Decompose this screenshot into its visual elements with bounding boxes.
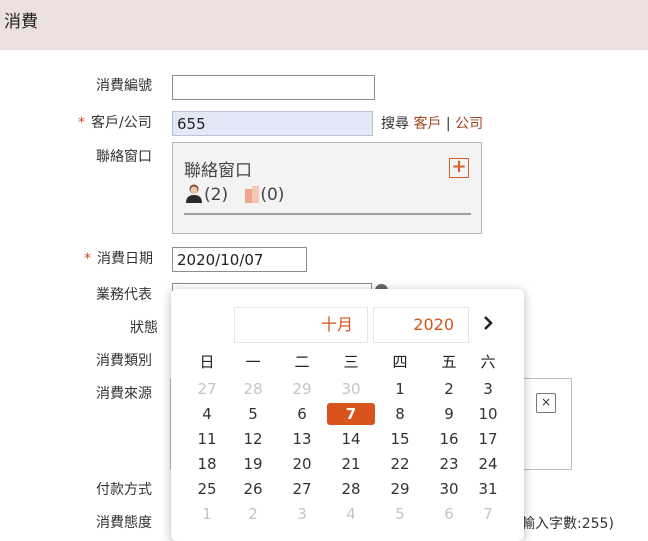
weekday-header: 四 [392, 353, 408, 371]
calendar-day[interactable]: 18 [192, 453, 222, 475]
year-select[interactable]: 2020 [373, 307, 469, 343]
add-contact-button[interactable]: + [449, 158, 469, 178]
char-limit-note: 輸入字數:255) [521, 516, 614, 532]
calendar-day[interactable]: 4 [336, 503, 366, 525]
calendar-day[interactable]: 23 [434, 453, 464, 475]
calendar-day[interactable]: 7 [473, 503, 503, 525]
weekday-header: 日 [199, 353, 215, 371]
search-label: 搜尋 [381, 116, 409, 132]
calendar-day[interactable]: 8 [385, 403, 415, 425]
payment-label: 付款方式 [96, 482, 152, 498]
customer-label: * 客戶/公司 [78, 112, 152, 132]
date-picker-popup: 十月 2020 日一二三四五六 27 28 29 30 1 2 3 4 5 6 7 8 9 10 11 12 13… [171, 289, 524, 541]
status-label: 狀態 [130, 320, 158, 336]
source-label: 消費來源 [96, 386, 152, 402]
search-links: 搜尋 客戶 | 公司 [381, 113, 483, 133]
customer-input[interactable] [172, 111, 373, 136]
calendar-day[interactable]: 6 [287, 403, 317, 425]
calendar-day[interactable]: 3 [473, 378, 503, 400]
calendar-day[interactable]: 11 [192, 428, 222, 450]
calendar-day[interactable]: 26 [238, 478, 268, 500]
contact-company-count[interactable]: (0) [260, 185, 284, 205]
weekday-header: 六 [480, 353, 496, 371]
page-title: 消費 [4, 12, 38, 32]
search-customer-link[interactable]: 客戶 [413, 116, 441, 132]
calendar-day[interactable]: 19 [238, 453, 268, 475]
date-input[interactable] [172, 247, 307, 272]
calendar-day[interactable]: 21 [336, 453, 366, 475]
required-mark: * [78, 115, 85, 131]
calendar-day[interactable]: 20 [287, 453, 317, 475]
calendar-day[interactable]: 12 [238, 428, 268, 450]
customer-label-text: 客戶/公司 [91, 115, 152, 131]
calendar-day[interactable]: 6 [434, 503, 464, 525]
required-mark: * [84, 251, 91, 267]
calendar-day[interactable]: 5 [238, 403, 268, 425]
page-header: 消費 [0, 0, 648, 50]
calendar-day[interactable]: 14 [336, 428, 366, 450]
calendar-day[interactable]: 15 [385, 428, 415, 450]
calendar-day[interactable]: 25 [192, 478, 222, 500]
calendar-day[interactable]: 10 [473, 403, 503, 425]
person-icon[interactable] [184, 183, 204, 203]
calendar-day[interactable]: 13 [287, 428, 317, 450]
calendar-day[interactable]: 1 [385, 378, 415, 400]
number-label: 消費編號 [96, 78, 152, 94]
calendar-day[interactable]: 30 [336, 378, 366, 400]
rep-label: 業務代表 [96, 287, 152, 303]
company-icon[interactable] [244, 185, 260, 203]
calendar-day[interactable]: 2 [238, 503, 268, 525]
calendar-day[interactable]: 28 [336, 478, 366, 500]
weekday-header: 一 [245, 353, 261, 371]
calendar-day[interactable]: 29 [385, 478, 415, 500]
type-label: 消費類別 [96, 353, 152, 369]
date-label: * 消費日期 [84, 248, 153, 268]
calendar-day[interactable]: 31 [473, 478, 503, 500]
calendar-day[interactable]: 5 [385, 503, 415, 525]
chevron-right-icon [484, 316, 493, 330]
calendar-day[interactable]: 22 [385, 453, 415, 475]
calendar-day[interactable]: 27 [192, 378, 222, 400]
weekday-header: 二 [294, 353, 310, 371]
calendar-day[interactable]: 30 [434, 478, 464, 500]
calendar-day-selected[interactable]: 7 [327, 403, 375, 425]
weekday-header: 五 [441, 353, 457, 371]
calendar-day[interactable]: 1 [192, 503, 222, 525]
next-month-button[interactable] [476, 313, 500, 337]
month-select[interactable]: 十月 [234, 307, 368, 343]
calendar-day[interactable]: 3 [287, 503, 317, 525]
contact-counts: (2) (0) [184, 183, 284, 205]
calendar-day[interactable]: 9 [434, 403, 464, 425]
number-input[interactable] [172, 75, 375, 100]
contact-divider [184, 213, 471, 215]
date-label-text: 消費日期 [97, 251, 153, 267]
remove-source-button[interactable]: × [536, 393, 556, 413]
contact-panel-title: 聯絡窗口 [184, 161, 252, 181]
calendar-day[interactable]: 27 [287, 478, 317, 500]
calendar-day[interactable]: 4 [192, 403, 222, 425]
calendar-day[interactable]: 16 [434, 428, 464, 450]
calendar-day[interactable]: 29 [287, 378, 317, 400]
search-company-link[interactable]: 公司 [455, 116, 483, 132]
contact-label: 聯絡窗口 [96, 149, 152, 165]
calendar-day[interactable]: 24 [473, 453, 503, 475]
weekday-header: 三 [343, 353, 359, 371]
attitude-label: 消費態度 [96, 515, 152, 531]
search-separator: | [445, 116, 451, 132]
contact-person-count[interactable]: (2) [204, 185, 228, 205]
contact-panel: 聯絡窗口 + (2) (0) [172, 142, 482, 234]
calendar-day[interactable]: 2 [434, 378, 464, 400]
calendar-day[interactable]: 17 [473, 428, 503, 450]
calendar-day[interactable]: 28 [238, 378, 268, 400]
